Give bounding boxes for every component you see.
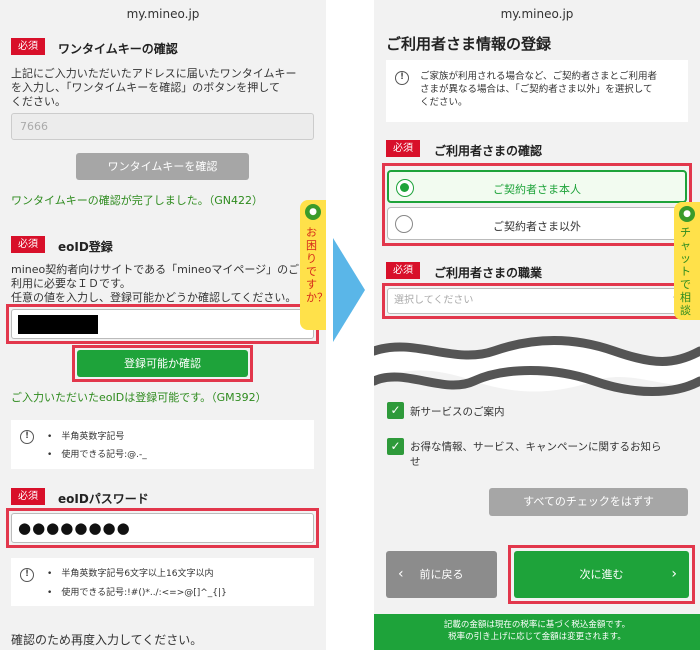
back-button[interactable]: ‹ 前に戻る [386, 551, 497, 598]
url-bar: my.mineo.jp [0, 0, 326, 28]
new-services-option: 新サービスのご案内 [410, 406, 505, 418]
chat-floating-text: チャットで相談 [680, 226, 691, 317]
rule-item: • 使用できる記号:@.-_ [47, 450, 147, 460]
eoid-rules-notice: ! • 半角英数字記号 • 使用できる記号:@.-_ [11, 420, 314, 469]
deals-info-option: お得な情報、サービス、キャンペーンに関するお知ら せ [410, 441, 662, 468]
user-notice: ! ご家族が利用される場合など、ご契約者さまとご利用者 さまが異なる場合は、「ご… [386, 60, 688, 122]
chat-bubble-icon: ● [679, 206, 695, 222]
page-omission-wave [374, 336, 700, 396]
reenter-password-label: 確認のため再度入力してください。 [11, 633, 203, 647]
onetime-key-input[interactable]: 7666 [11, 113, 314, 140]
user-notice-text: ご家族が利用される場合など、ご契約者さまとご利用者 さまが異なる場合は、「ご契約… [420, 71, 658, 108]
eoid-available-message: ご入力いただいたeoIDは登録可能です。（GM392） [11, 391, 267, 404]
rule-item: • 使用できる記号:!#()*../:<=>@[]^_{|} [47, 588, 227, 598]
info-icon: ! [395, 71, 409, 85]
required-badge: 必須 [11, 38, 45, 55]
highlight-box [6, 304, 319, 344]
checkbox-checked-icon[interactable]: ✓ [387, 438, 404, 455]
chat-floating-tab[interactable]: ● チャットで相談 [674, 202, 700, 320]
highlight-box [382, 283, 692, 319]
right-phone-screen: my.mineo.jp ご利用者さま情報の登録 ! ご家族が利用される場合など、… [374, 0, 700, 650]
highlight-box [72, 345, 253, 382]
required-badge: 必須 [386, 262, 420, 279]
transition-arrow [333, 238, 365, 342]
onetime-key-description: 上記にご入力いただいたアドレスに届いたワンタイムキー を入力し、「ワンタイムキー… [11, 67, 297, 108]
url-bar: my.mineo.jp [374, 0, 700, 28]
tax-footer: 記載の金額は現在の税率に基づく税込金額です。 税率の引き上げに応じて金額は変更さ… [374, 614, 700, 650]
required-badge: 必須 [11, 488, 45, 505]
uncheck-all-button[interactable]: すべてのチェックをはずす [489, 488, 688, 516]
checkbox-checked-icon[interactable]: ✓ [387, 402, 404, 419]
page-title: ご利用者さま情報の登録 [386, 35, 552, 53]
required-badge: 必須 [386, 140, 420, 157]
eoid-title: eoID登録 [58, 240, 113, 254]
password-rules-notice: ! • 半角英数字記号6文字以上16文字以内 • 使用できる記号:!#()*..… [11, 558, 314, 606]
left-phone-screen: my.mineo.jp 必須 ワンタイムキーの確認 上記にご入力いただいたアドレ… [0, 0, 326, 650]
highlight-box [508, 545, 695, 604]
help-floating-tab[interactable]: ● お困りですか？ [300, 200, 326, 330]
password-title: eoIDパスワード [58, 492, 149, 506]
eoid-description: mineo契約者向けサイトである「mineoマイページ」のご 利用に必要なＩＤで… [11, 263, 300, 304]
highlight-box [382, 163, 692, 246]
occupation-title: ご利用者さまの職業 [434, 266, 543, 280]
user-confirm-title: ご利用者さまの確認 [434, 144, 543, 158]
onetime-key-title: ワンタイムキーの確認 [58, 42, 178, 56]
chevron-left-icon: ‹ [398, 566, 404, 582]
required-badge: 必須 [11, 236, 45, 253]
help-floating-text: お困りですか？ [306, 226, 326, 304]
rule-item: • 半角英数字記号 [47, 432, 125, 442]
highlight-box [6, 508, 319, 548]
confirm-onetime-key-button[interactable]: ワンタイムキーを確認 [76, 153, 249, 180]
info-icon: ! [20, 430, 34, 444]
chat-bubble-icon: ● [305, 204, 321, 220]
onetime-key-success-message: ワンタイムキーの確認が完了しました。（GN422） [11, 194, 264, 207]
rule-item: • 半角英数字記号6文字以上16文字以内 [47, 569, 214, 579]
info-icon: ! [20, 568, 34, 582]
